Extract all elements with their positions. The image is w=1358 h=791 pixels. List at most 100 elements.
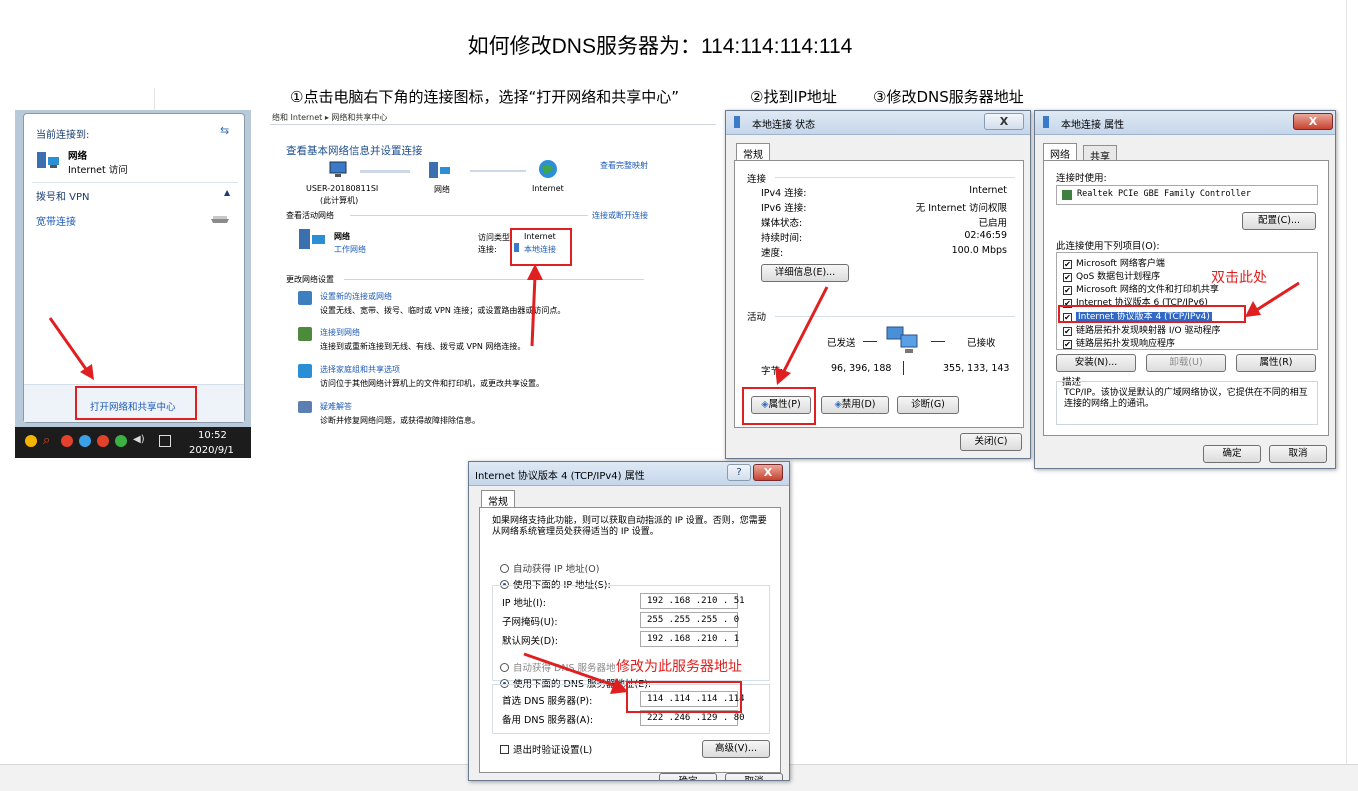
shield-icon: ◈ [834,399,842,410]
ip-address-field[interactable]: 192 .168 .210 . 51 [640,593,745,609]
radio[interactable] [500,663,509,672]
task-title[interactable]: 连接到网络 [320,327,360,338]
connect-disconnect-link[interactable]: 连接或断开连接 [592,210,648,221]
ok-button[interactable]: 确定 [659,773,717,780]
task-title[interactable]: 选择家庭组和共享选项 [320,364,400,375]
duration-label: 持续时间: [761,233,803,244]
ok-button[interactable]: 确定 [1203,445,1261,463]
list-item[interactable]: ✔ Microsoft 网络客户端 [1063,256,1165,269]
checkbox[interactable]: ✔ [1063,340,1072,349]
configure-button[interactable]: 配置(C)... [1242,212,1316,230]
tab-sharing[interactable]: 共享 [1083,145,1117,163]
tray-icon-4[interactable] [79,435,91,447]
validate-label: 退出时验证设置(L) [513,745,593,756]
received-line [931,341,945,342]
list-item[interactable]: ✔ QoS 数据包计划程序 [1063,269,1160,282]
view-full-map-link[interactable]: 查看完整映射 [600,160,648,171]
cancel-button[interactable]: 取消 [1269,445,1327,463]
right-edge-line [1346,0,1347,764]
connection-label: 连接: [478,245,497,254]
refresh-icon[interactable]: ⇆ [220,124,229,137]
mask-label: 子网掩码(U): [502,617,558,628]
close-icon[interactable]: X [753,464,783,481]
active-network-name: 网络 [334,232,350,241]
item-label: Microsoft 网络的文件和打印机共享 [1076,285,1219,295]
task-icon [298,364,312,378]
diagnose-button[interactable]: 诊断(G) [897,396,959,414]
gateway-label: 默认网关(D): [502,636,558,647]
red-arrow [523,652,628,694]
tab-general[interactable]: 常规 [481,490,515,508]
active-networks-label: 查看活动网络 [286,211,334,220]
taskbar: ⌕ ◀) 10:52 2020/9/1 [15,427,251,458]
uninstall-button[interactable]: 卸载(U) [1146,354,1226,372]
collapse-icon[interactable]: ▲ [224,188,230,197]
ipv4-label: IPv4 连接: [761,188,807,199]
install-button[interactable]: 安装(N)... [1056,354,1136,372]
task-title[interactable]: 设置新的连接或网络 [320,291,392,302]
task-title[interactable]: 疑难解答 [320,401,352,412]
connect-using-label: 连接时使用: [1056,173,1107,184]
network-tray-icon[interactable] [159,435,171,447]
divider [344,279,644,280]
gateway-field[interactable]: 192 .168 .210 . 1 [640,631,739,647]
broadband-connection[interactable]: 宽带连接 [36,213,76,228]
item-label: Microsoft 网络客户端 [1076,259,1165,269]
tray-icon-6[interactable] [115,435,127,447]
checkbox[interactable]: ✔ [1063,260,1072,269]
disable-button[interactable]: ◈禁用(D) [821,396,889,414]
sharing-center-screenshot: 络和 Internet ▸ 网络和共享中心 查看基本网络信息并设置连接 查看完整… [270,110,716,428]
network-icon [37,152,59,168]
clock-time[interactable]: 10:52 [198,430,227,441]
tab-network[interactable]: 网络 [1043,143,1077,161]
validate-option[interactable]: 退出时验证设置(L) [500,742,592,756]
globe-icon [539,160,557,178]
clock-date[interactable]: 2020/9/1 [189,445,234,456]
list-item[interactable]: ✔ 链路层拓扑发现映射器 I/O 驱动程序 [1063,323,1221,336]
volume-icon[interactable]: ◀) [133,434,145,445]
close-icon[interactable]: X [1293,113,1333,130]
tray-icon-5[interactable] [97,435,109,447]
item-label: 链路层拓扑发现映射器 I/O 驱动程序 [1076,326,1221,336]
properties-dialog-title-icon [1043,116,1049,128]
duration-value: 02:46:59 [964,230,1007,241]
details-button[interactable]: 详细信息(E)... [761,264,849,282]
checkbox[interactable]: ✔ [1063,327,1072,336]
left-gutter-line [154,88,155,112]
checkbox[interactable]: ✔ [1063,286,1072,295]
subnet-mask-field[interactable]: 255 .255 .255 . 0 [640,612,739,628]
sharing-heading: 查看基本网络信息并设置连接 [286,145,423,157]
access-type-label: 访问类型: [478,233,513,242]
close-icon[interactable]: X [984,113,1024,130]
list-item[interactable]: ✔ Microsoft 网络的文件和打印机共享 [1063,282,1219,295]
advanced-button[interactable]: 高级(V)... [702,740,770,758]
tray-icon-3[interactable] [61,435,73,447]
network-type-link[interactable]: 工作网络 [334,244,366,255]
cancel-button[interactable]: 取消 [725,773,783,780]
close-button[interactable]: 关闭(C) [960,433,1022,451]
search-icon[interactable]: ⌕ [43,433,50,448]
red-arrow [775,286,829,385]
checkbox[interactable]: ✔ [1063,273,1072,282]
radio[interactable] [500,564,509,573]
map-internet-label: Internet [532,184,564,193]
item-properties-button[interactable]: 属性(R) [1236,354,1316,372]
breadcrumb-divider [270,124,716,125]
properties-dialog-title: 本地连接 属性 [1061,120,1125,131]
help-icon[interactable]: ? [727,464,751,481]
auto-ip-option[interactable]: 自动获得 IP 地址(O) [500,561,599,575]
computer-icon [329,161,347,177]
highlight-box [626,681,742,713]
media-state-label: 媒体状态: [761,218,803,229]
group-line [775,177,1015,178]
list-item[interactable]: ✔ 链路层拓扑发现响应程序 [1063,336,1175,349]
red-arrow [1245,281,1300,317]
checkbox[interactable] [500,745,509,754]
ipv4-properties-dialog: Internet 协议版本 4 (TCP/IPv4) 属性 ? X 常规 如果网… [468,461,790,781]
map-network-label: 网络 [434,185,450,194]
tray-icon-1[interactable] [25,435,37,447]
ipv4-dialog-title: Internet 协议版本 4 (TCP/IPv4) 属性 [475,471,645,482]
tab-general[interactable]: 常规 [736,143,770,161]
breadcrumb[interactable]: 络和 Internet ▸ 网络和共享中心 [272,112,387,123]
ipv6-value: 无 Internet 访问权限 [915,203,1007,214]
